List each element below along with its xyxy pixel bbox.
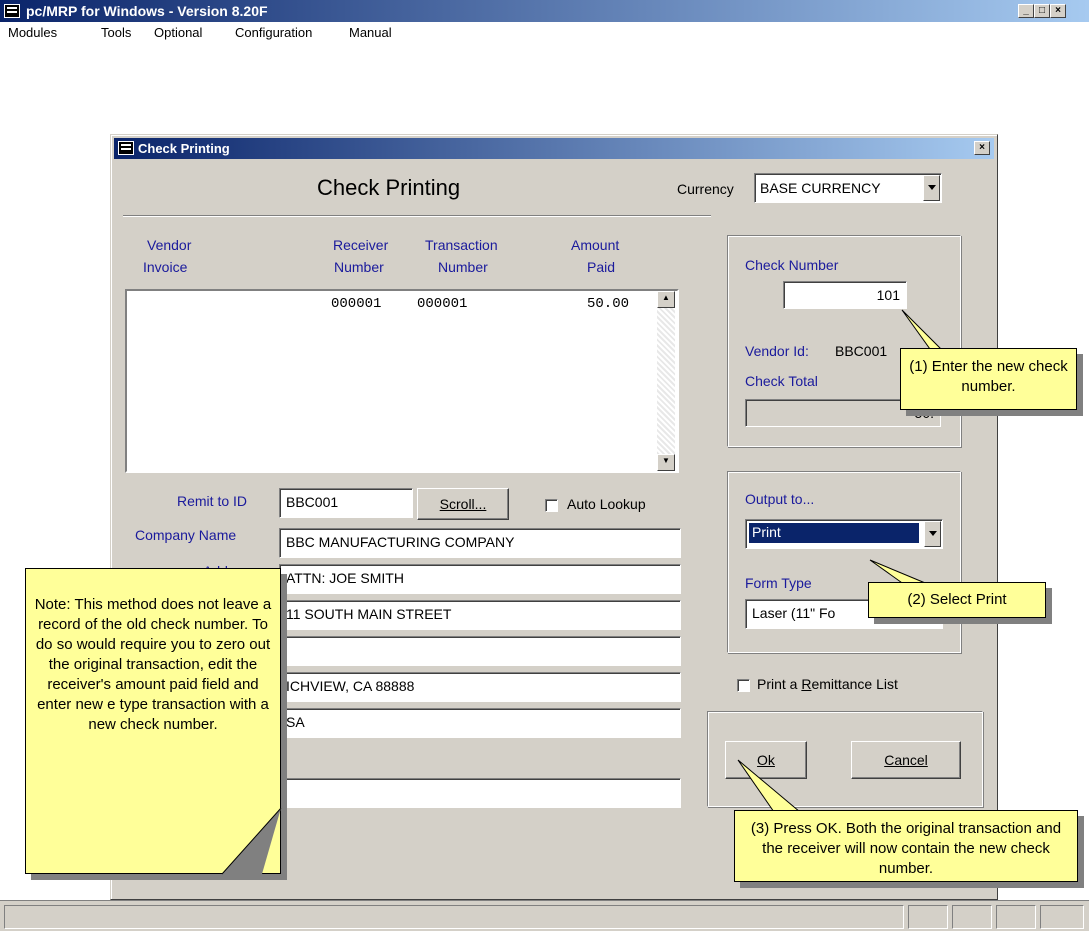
note-fold-icon xyxy=(222,808,282,875)
callout-step-2: (2) Select Print xyxy=(868,582,1046,618)
callout-step-1: (1) Enter the new check number. xyxy=(900,348,1077,410)
callout-step-3: (3) Press OK. Both the original transact… xyxy=(734,810,1078,882)
callout-pointer-3 xyxy=(737,759,802,813)
